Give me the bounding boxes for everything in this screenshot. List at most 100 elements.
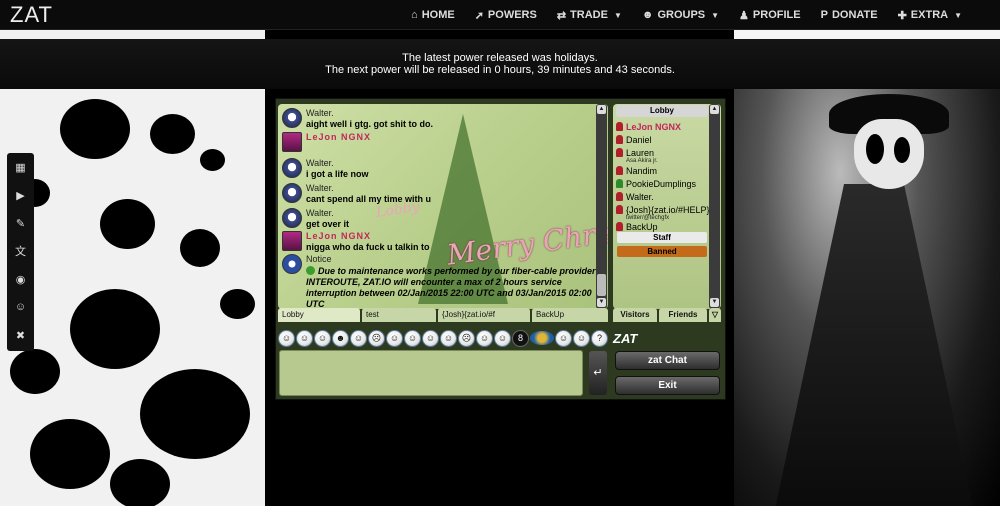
smiley-icon[interactable]: ☺ — [494, 329, 511, 347]
user-list-item[interactable]: Lauren Asa Akira jr. — [616, 148, 658, 164]
smiley-icon[interactable]: ☺ — [440, 329, 457, 347]
notice-icon — [282, 254, 302, 274]
apps-icon[interactable]: ▦ — [7, 153, 34, 181]
center-strip — [265, 30, 734, 39]
message-text: nigga who da fuck u talkin to — [306, 242, 430, 252]
avatar[interactable] — [282, 231, 302, 251]
chat-tab[interactable]: Lobby — [278, 308, 360, 322]
smiley-icon[interactable]: ☹ — [368, 329, 385, 347]
scroll-down-icon[interactable]: ▼ — [597, 298, 606, 307]
user-list-item[interactable]: BackUp — [616, 222, 658, 232]
smiley-icon[interactable]: ☺ — [573, 329, 590, 347]
smiley-bar: ☺ ☺ ☺ ☻ ☺ ☹ ☺ ☺ ☺ ☺ ☹ ☺ ☺ 8 ☺ ☺? ZAT — [278, 328, 726, 348]
message-scrollbar[interactable]: ▲ ▼ — [596, 104, 607, 309]
planet-icon[interactable] — [530, 331, 554, 345]
message-text: cant spend all my time with u — [306, 194, 432, 204]
smiley-icon[interactable]: ☺ — [296, 329, 313, 347]
smiley-icon[interactable]: ☺ — [555, 329, 572, 347]
user-list-item[interactable]: Nandim — [616, 166, 657, 176]
left-background-art — [0, 89, 265, 506]
user-list-item[interactable]: LeJon NGNX — [616, 122, 681, 132]
user-list-header: Lobby — [616, 105, 708, 117]
user-status-icon — [616, 222, 623, 231]
banner-line-next-power: The next power will be released in 0 hou… — [325, 64, 675, 76]
users-icon: ☻ — [641, 9, 654, 21]
nav-groups[interactable]: ☻ GROUPS ▼ — [632, 9, 729, 21]
user-status-text: Asa Akira jr. — [626, 158, 658, 164]
nav-trade[interactable]: ⇄ TRADE ▼ — [547, 9, 632, 22]
nav-label: EXTRA — [910, 9, 949, 21]
message-author[interactable]: LeJon NGNX — [306, 132, 371, 142]
smiley-icon[interactable]: ☺ — [278, 329, 295, 347]
nav-powers[interactable]: ➚ POWERS — [465, 9, 547, 22]
right-background-art — [734, 89, 1000, 506]
avatar[interactable] — [282, 132, 302, 152]
avatar[interactable] — [282, 108, 302, 128]
brush-icon[interactable]: ✎ — [7, 209, 34, 237]
paypal-icon: P — [820, 9, 828, 21]
user-list-item[interactable]: Walter. — [616, 192, 654, 202]
user-list-item[interactable]: Daniel — [616, 135, 652, 145]
user-name: BackUp — [626, 222, 658, 232]
user-icon: ♟ — [739, 9, 749, 22]
smiley-icon[interactable]: ☺ — [314, 329, 331, 347]
user-list-item[interactable]: PookieDumplings — [616, 179, 696, 189]
message-author[interactable]: Walter. — [306, 183, 334, 193]
youtube-icon[interactable]: ▶ — [7, 181, 34, 209]
smiley-icon[interactable]: ? — [591, 329, 608, 347]
gamepad-icon[interactable]: ◉ — [7, 265, 34, 293]
user-status-icon — [616, 135, 623, 144]
site-logo[interactable]: ZAT — [10, 2, 53, 28]
nav-label: HOME — [421, 9, 455, 21]
smiley-icon[interactable]: ☹ — [458, 329, 475, 347]
nav-label: GROUPS — [657, 9, 706, 21]
user-status-icon — [616, 205, 623, 214]
translate-icon[interactable]: 文 — [7, 237, 34, 265]
zat-chat-button[interactable]: zat Chat — [615, 351, 720, 370]
smiley-icon[interactable]: ☺ — [404, 329, 421, 347]
nav-profile[interactable]: ♟ PROFILE — [729, 9, 811, 22]
banned-button[interactable]: Banned — [617, 246, 707, 257]
message-pane: Lobby Merry Christmas Walter. aight well … — [278, 104, 608, 309]
user-scroll-up-icon[interactable]: ▲ — [710, 105, 719, 114]
smiley-icon[interactable]: ☺ — [7, 293, 34, 321]
smiley-icon[interactable]: ☺ — [422, 329, 439, 347]
user-status-icon — [616, 148, 623, 157]
nav-label: PROFILE — [752, 9, 801, 21]
scroll-up-icon[interactable]: ▲ — [597, 105, 606, 114]
message-author[interactable]: LeJon NGNX — [306, 231, 371, 241]
user-name: {Josh}{zat.io/#HELP}{V — [626, 205, 719, 215]
smiley-icon[interactable]: ☻ — [332, 329, 349, 347]
user-tabs-dropdown[interactable]: ▽ — [709, 308, 721, 322]
smiley-icon[interactable]: ☺ — [386, 329, 403, 347]
message-text: i got a life now — [306, 169, 369, 179]
chat-tab[interactable]: {Josh}{zat.io/#f — [438, 308, 530, 322]
avatar[interactable] — [282, 208, 302, 228]
staff-button[interactable]: Staff — [617, 232, 707, 243]
avatar[interactable] — [282, 183, 302, 203]
message-author[interactable]: Walter. — [306, 158, 334, 168]
smiley-icon[interactable]: 8 — [512, 329, 529, 347]
close-icon[interactable]: ✖ — [7, 321, 34, 349]
nav-home[interactable]: ⌂ HOME — [401, 9, 465, 21]
message-author[interactable]: Walter. — [306, 108, 334, 118]
user-list-item[interactable]: {Josh}{zat.io/#HELP}{V twitter/@techgfx — [616, 205, 719, 221]
plus-icon: ✚ — [897, 9, 907, 22]
smiley-icon[interactable]: ☺ — [476, 329, 493, 347]
nav-label: DONATE — [831, 9, 878, 21]
chat-tab[interactable]: BackUp — [532, 308, 608, 322]
scroll-thumb[interactable] — [597, 274, 606, 296]
user-list-scrollbar[interactable]: ▲ ▼ — [709, 104, 720, 309]
nav-donate[interactable]: P DONATE — [811, 9, 888, 21]
avatar[interactable] — [282, 158, 302, 178]
nav-extra[interactable]: ✚ EXTRA ▼ — [888, 9, 972, 22]
exit-button[interactable]: Exit — [615, 376, 720, 395]
message-author[interactable]: Walter. — [306, 208, 334, 218]
smiley-icon[interactable]: ☺ — [350, 329, 367, 347]
user-tab[interactable]: Visitors — [613, 308, 657, 322]
chat-tab[interactable]: test — [362, 308, 436, 322]
user-scroll-down-icon[interactable]: ▼ — [710, 298, 719, 307]
message-input[interactable] — [279, 350, 583, 396]
user-tab[interactable]: Friends — [659, 308, 707, 322]
send-button[interactable]: ↵ — [589, 351, 607, 395]
